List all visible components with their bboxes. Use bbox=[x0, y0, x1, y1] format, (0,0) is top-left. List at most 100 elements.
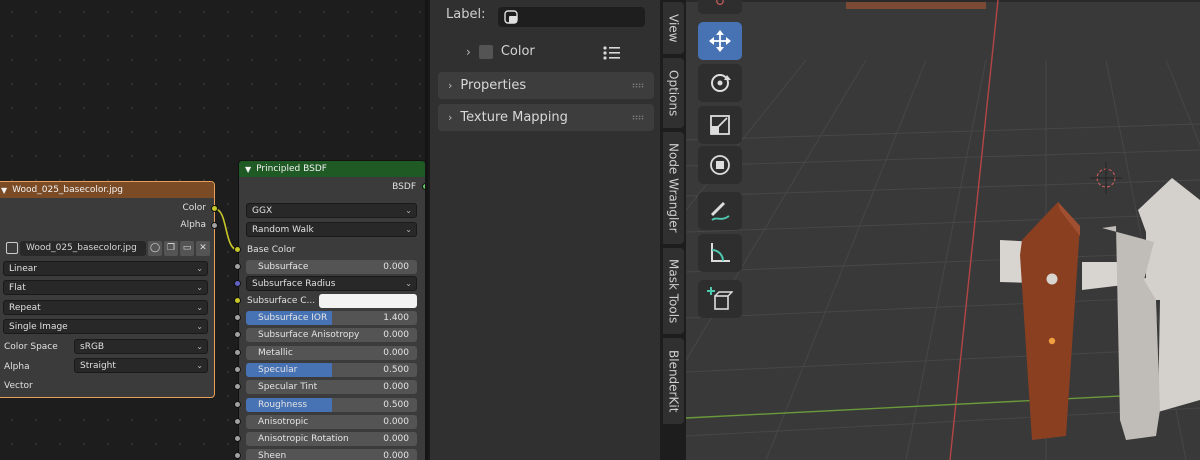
field-label: Metallic bbox=[258, 348, 293, 358]
drag-grip-icon[interactable] bbox=[632, 83, 644, 88]
bsdf-field-subsurface-anisotropy[interactable]: Subsurface Anisotropy 0.000 bbox=[246, 328, 417, 342]
properties-panel-title: Properties bbox=[460, 78, 527, 93]
measure-tool-button[interactable] bbox=[698, 234, 742, 272]
subsurface-radius-dropdown[interactable]: Subsurface Radius ⌄ bbox=[246, 276, 417, 291]
node-color-row[interactable]: › Color bbox=[466, 44, 535, 59]
field-label: Anisotropic Rotation bbox=[258, 434, 349, 444]
rotate-tool-button[interactable] bbox=[698, 64, 742, 102]
extension-dropdown[interactable]: Repeat ⌄ bbox=[3, 300, 208, 315]
tab-options[interactable]: Options bbox=[663, 58, 684, 128]
projection-dropdown[interactable]: Flat ⌄ bbox=[3, 280, 208, 295]
cursor-tool-button[interactable] bbox=[698, 0, 742, 14]
bsdf-field-metallic[interactable]: Metallic 0.000 bbox=[246, 346, 417, 360]
node-label-icon bbox=[504, 10, 518, 24]
distribution-dropdown[interactable]: GGX ⌄ bbox=[246, 203, 417, 218]
chevron-down-icon: ⌄ bbox=[405, 225, 412, 234]
subsurface-field[interactable]: Subsurface 0.000 bbox=[246, 260, 417, 274]
node-editor[interactable]: ▼ Wood_025_basecolor.jpg Color Alpha Woo… bbox=[0, 0, 428, 460]
duplicate-icon[interactable]: ❐ bbox=[164, 240, 178, 256]
image-name-field[interactable]: Wood_025_basecolor.jpg bbox=[20, 240, 146, 256]
color-space-dropdown[interactable]: sRGB ⌄ bbox=[74, 339, 208, 354]
transform-tool-button[interactable] bbox=[698, 146, 742, 184]
input-socket[interactable] bbox=[234, 349, 241, 356]
input-socket[interactable] bbox=[234, 314, 241, 321]
bsdf-node-header[interactable]: ▼ Principled BSDF bbox=[239, 161, 425, 177]
bsdf-node-title: Principled BSDF bbox=[256, 164, 327, 174]
output-alpha-socket[interactable] bbox=[211, 222, 218, 229]
image-node-header[interactable]: ▼ Wood_025_basecolor.jpg bbox=[0, 182, 214, 198]
field-value: 1.400 bbox=[383, 313, 409, 323]
input-socket[interactable] bbox=[234, 418, 241, 425]
subsurface-color-socket[interactable] bbox=[234, 297, 241, 304]
field-label: Subsurface Anisotropy bbox=[258, 330, 360, 340]
field-value: 0.000 bbox=[383, 417, 409, 427]
subsurface-color-label: Subsurface C... bbox=[247, 296, 316, 306]
move-arrows-icon bbox=[709, 30, 731, 52]
color-space-label: Color Space bbox=[4, 342, 58, 352]
input-socket[interactable] bbox=[234, 435, 241, 442]
tab-view[interactable]: View bbox=[663, 2, 684, 54]
input-socket[interactable] bbox=[234, 401, 241, 408]
fake-user-shield-icon[interactable]: ◯ bbox=[148, 240, 162, 256]
chevron-down-icon: ⌄ bbox=[405, 206, 412, 215]
tab-blenderkit[interactable]: BlenderKit bbox=[663, 338, 684, 424]
unlink-close-icon[interactable]: ✕ bbox=[196, 240, 210, 256]
scale-tool-button[interactable] bbox=[698, 106, 742, 144]
tab-node-wrangler[interactable]: Node Wrangler bbox=[663, 132, 684, 244]
field-label: Sheen bbox=[258, 451, 287, 460]
output-color-socket[interactable] bbox=[211, 205, 218, 212]
properties-panel-header[interactable]: › Properties bbox=[438, 72, 654, 99]
add-cube-tool-button[interactable] bbox=[698, 280, 742, 318]
subsurface-method-value: Random Walk bbox=[252, 224, 314, 235]
input-socket[interactable] bbox=[234, 383, 241, 390]
subsurface-radius-socket[interactable] bbox=[234, 280, 241, 287]
bsdf-field-sheen[interactable]: Sheen 0.000 bbox=[246, 449, 417, 460]
bsdf-field-anisotropic[interactable]: Anisotropic 0.000 bbox=[246, 415, 417, 429]
field-value: 0.000 bbox=[383, 330, 409, 340]
collapse-chevron-icon[interactable]: ▼ bbox=[1, 186, 7, 195]
extension-value: Repeat bbox=[9, 302, 41, 313]
node-label-input[interactable] bbox=[498, 7, 645, 27]
preset-list-icon[interactable] bbox=[602, 45, 622, 65]
transform-icon bbox=[710, 155, 730, 175]
node-color-checkbox[interactable] bbox=[478, 44, 493, 59]
image-browse-icon[interactable] bbox=[6, 242, 18, 254]
viewport-scene bbox=[686, 0, 1200, 460]
annotate-pencil-icon bbox=[710, 201, 730, 221]
chevron-down-icon: ⌄ bbox=[405, 279, 412, 288]
image-selector[interactable]: Wood_025_basecolor.jpg ◯ ❐ ▭ ✕ bbox=[6, 240, 210, 256]
source-value: Single Image bbox=[9, 321, 68, 332]
subsurface-method-dropdown[interactable]: Random Walk ⌄ bbox=[246, 222, 417, 237]
chevron-right-icon[interactable]: › bbox=[466, 45, 471, 59]
subsurface-color-swatch[interactable] bbox=[319, 294, 417, 308]
output-alpha-label: Alpha bbox=[180, 220, 206, 230]
tab-mask-tools[interactable]: Mask Tools bbox=[663, 248, 684, 334]
field-label: Subsurface bbox=[258, 262, 309, 272]
bsdf-field-roughness[interactable]: Roughness 0.500 bbox=[246, 398, 417, 412]
3d-viewport[interactable] bbox=[686, 0, 1200, 460]
open-folder-icon[interactable]: ▭ bbox=[180, 240, 194, 256]
field-label: Specular bbox=[258, 365, 298, 375]
vector-input-label: Vector bbox=[4, 381, 33, 391]
texture-mapping-panel-header[interactable]: › Texture Mapping bbox=[438, 104, 654, 131]
chevron-down-icon: ⌄ bbox=[196, 303, 203, 312]
input-socket[interactable] bbox=[234, 452, 241, 459]
field-value: 0.000 bbox=[383, 434, 409, 444]
interpolation-dropdown[interactable]: Linear ⌄ bbox=[3, 261, 208, 276]
bsdf-field-subsurface-ior[interactable]: Subsurface IOR 1.400 bbox=[246, 311, 417, 325]
field-label: Roughness bbox=[258, 400, 308, 410]
subsurface-socket[interactable] bbox=[234, 263, 241, 270]
move-tool-button[interactable] bbox=[698, 22, 742, 60]
field-label: Specular Tint bbox=[258, 382, 318, 392]
bsdf-field-anisotropic-rotation[interactable]: Anisotropic Rotation 0.000 bbox=[246, 432, 417, 446]
bsdf-field-specular-tint[interactable]: Specular Tint 0.000 bbox=[246, 380, 417, 394]
drag-grip-icon[interactable] bbox=[632, 115, 644, 120]
annotate-tool-button[interactable] bbox=[698, 192, 742, 230]
collapse-chevron-icon[interactable]: ▼ bbox=[245, 165, 251, 174]
input-socket[interactable] bbox=[234, 331, 241, 338]
input-socket[interactable] bbox=[234, 366, 241, 373]
source-dropdown[interactable]: Single Image ⌄ bbox=[3, 319, 208, 334]
alpha-mode-dropdown[interactable]: Straight ⌄ bbox=[74, 358, 208, 373]
bsdf-field-specular[interactable]: Specular 0.500 bbox=[246, 363, 417, 377]
base-color-socket[interactable] bbox=[234, 246, 241, 253]
